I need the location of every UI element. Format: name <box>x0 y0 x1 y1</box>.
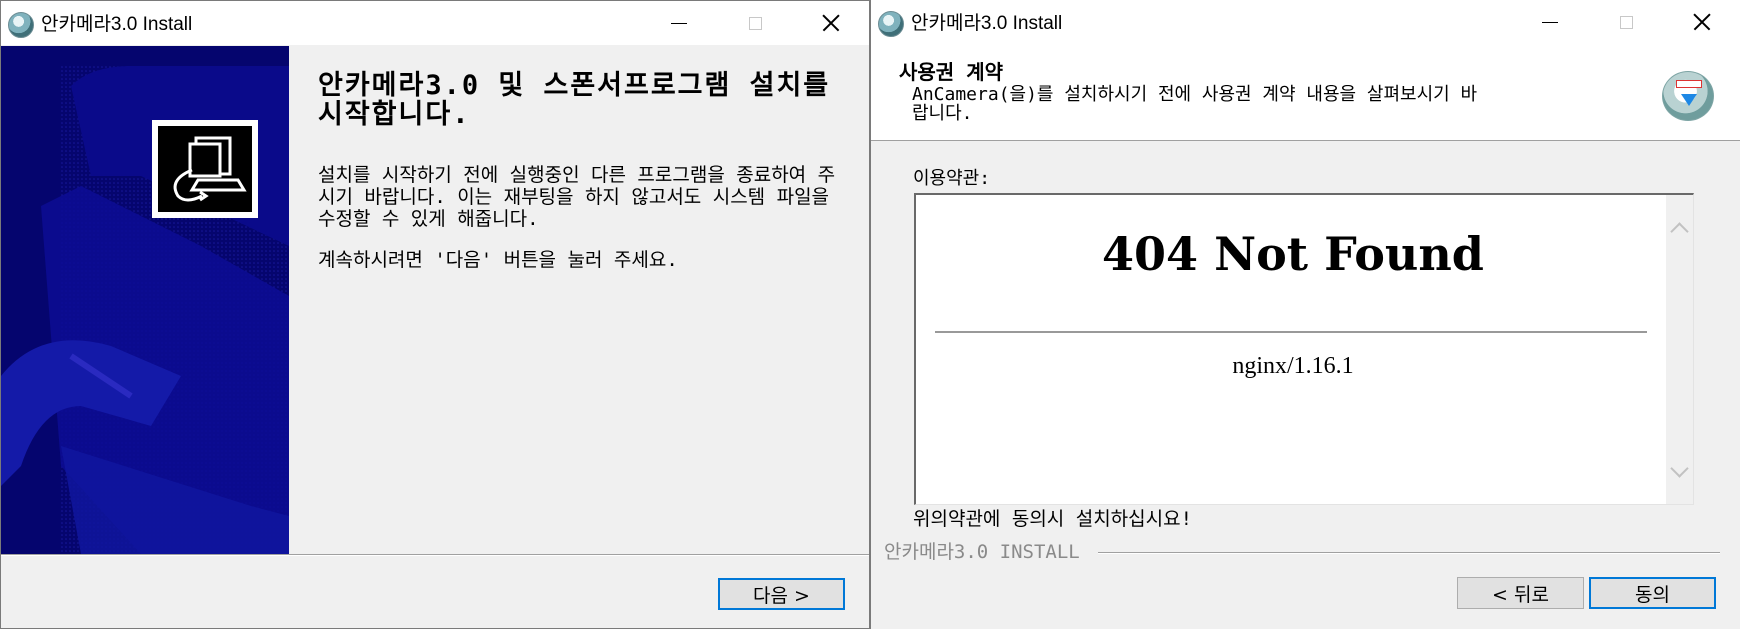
installer-package-icon <box>1662 71 1714 121</box>
welcome-side-banner <box>1 46 289 554</box>
footer-divider <box>1098 552 1720 554</box>
installer-app-icon <box>8 12 34 38</box>
window-title: 안카메라3.0 Install <box>41 14 193 35</box>
welcome-description: 설치를 시작하기 전에 실행중인 다른 프로그램을 종료하여 주시기 바랍니다.… <box>318 164 836 230</box>
minimize-icon <box>1542 21 1558 23</box>
installer-app-icon <box>878 11 904 37</box>
scroll-up-icon <box>1670 221 1689 241</box>
title-bar[interactable]: 안카메라3.0 Install <box>1 1 869 45</box>
installer-welcome-window: 안카메라3.0 Install 안카메라3.0 및 스폰서프로그램 설치를 시작… <box>0 0 870 629</box>
close-icon <box>1693 13 1711 31</box>
scroll-down-icon <box>1670 458 1689 478</box>
close-icon <box>822 14 840 32</box>
footer-divider <box>1 554 869 556</box>
welcome-heading: 안카메라3.0 및 스폰서프로그램 설치를 시작합니다. <box>318 70 831 130</box>
maximize-icon <box>1619 15 1633 29</box>
window-title: 안카메라3.0 Install <box>911 13 1063 34</box>
minimize-icon <box>671 22 687 24</box>
installer-license-window: 안카메라3.0 Install 사용권 계약 AnCamera(을)를 설치하시… <box>870 0 1740 629</box>
server-signature: nginx/1.16.1 <box>1232 353 1354 379</box>
maximize-button <box>1588 0 1664 44</box>
scroll-down-button[interactable] <box>1666 455 1693 489</box>
terms-label: 이용약관: <box>913 168 991 189</box>
maximize-button <box>717 1 793 45</box>
minimize-button[interactable] <box>641 1 717 45</box>
agree-button[interactable]: 동의 <box>1589 577 1716 609</box>
back-button[interactable]: < 뒤로 <box>1457 577 1584 609</box>
error-divider <box>935 331 1647 333</box>
close-button[interactable] <box>1664 0 1740 44</box>
terms-viewer[interactable]: 404 Not Found nginx/1.16.1 <box>914 193 1694 505</box>
agreement-notice: 위의약관에 동의시 설치하십시요! <box>913 508 1193 530</box>
page-subtitle: AnCamera(을)를 설치하시기 전에 사용권 계약 내용을 살펴보시기 바… <box>912 84 1478 124</box>
title-bar[interactable]: 안카메라3.0 Install <box>871 0 1740 44</box>
page-title: 사용권 계약 <box>899 60 1004 84</box>
welcome-continue-hint: 계속하시려면 '다음' 버튼을 눌러 주세요. <box>318 249 678 271</box>
minimize-button[interactable] <box>1512 0 1588 44</box>
next-button[interactable]: 다음 > <box>718 578 845 610</box>
maximize-icon <box>748 16 762 30</box>
error-heading: 404 Not Found <box>1102 227 1484 281</box>
vertical-scrollbar[interactable] <box>1666 195 1693 504</box>
scroll-up-button[interactable] <box>1666 210 1693 244</box>
close-button[interactable] <box>793 1 869 45</box>
brand-label: 안카메라3.0 INSTALL <box>884 541 1080 563</box>
installer-computer-icon <box>152 120 258 218</box>
